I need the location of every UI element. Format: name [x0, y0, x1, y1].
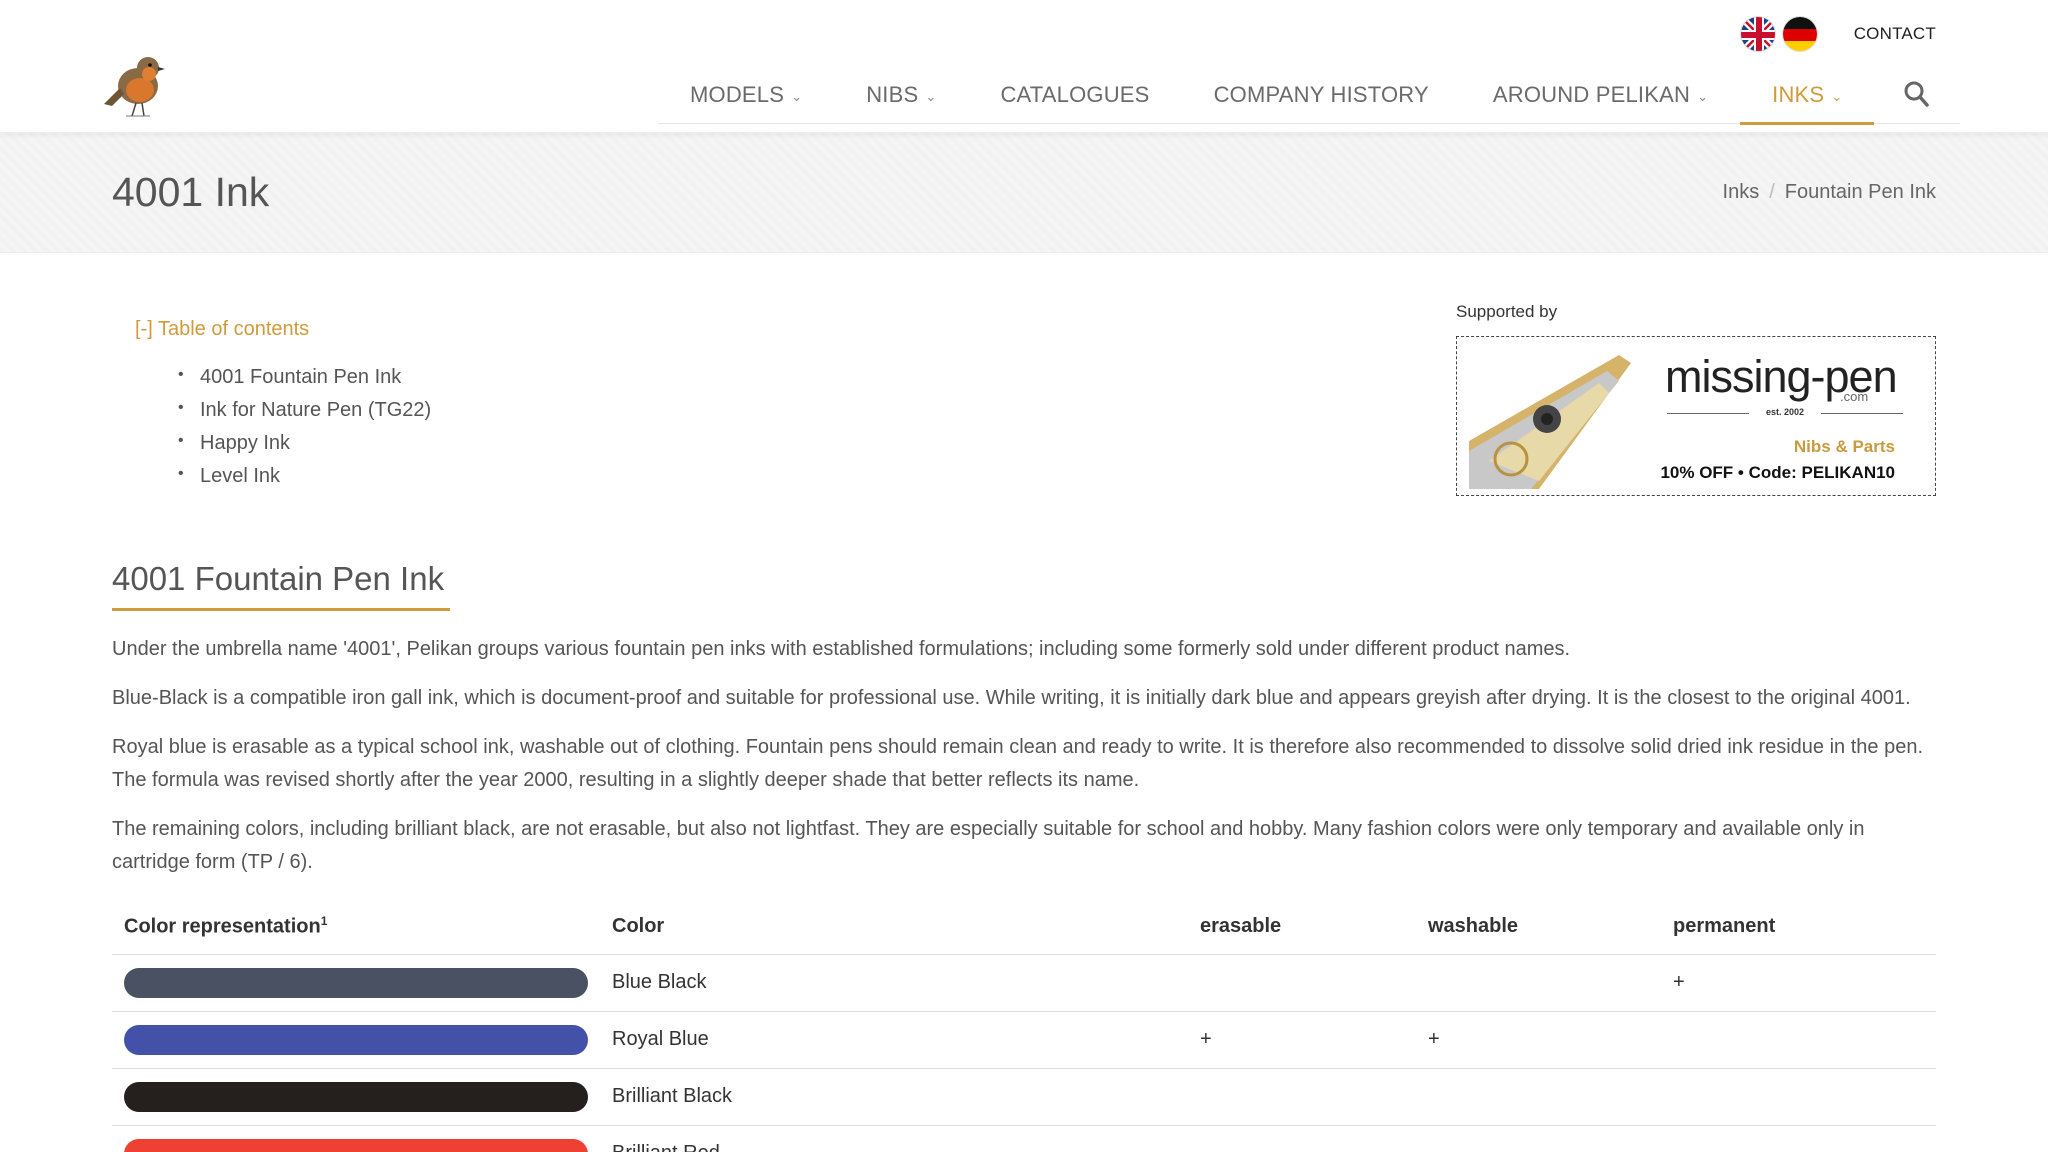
- erasable-cell: [1188, 954, 1416, 1012]
- nav-item-label: AROUND PELIKAN: [1492, 82, 1691, 107]
- table-row: Blue Black +: [112, 954, 1936, 1012]
- nav-item-label: INKS: [1772, 82, 1825, 107]
- permanent-cell: [1661, 1125, 1936, 1152]
- column-header: Color: [600, 900, 1188, 955]
- sponsor-label: Supported by: [1456, 302, 1558, 321]
- washable-cell: +: [1416, 1011, 1661, 1069]
- nav-item-label: MODELS: [690, 82, 785, 107]
- column-header: washable: [1416, 900, 1661, 955]
- section-underline: [112, 608, 450, 611]
- paragraph: Blue-Black is a compatible iron gall ink…: [112, 687, 1911, 709]
- breadcrumb-fountain-pen-ink: Fountain Pen Ink: [1784, 181, 1936, 203]
- chevron-down-icon: ⌄: [1697, 89, 1709, 104]
- toc-item[interactable]: Happy Ink: [178, 432, 431, 465]
- chevron-down-icon: ⌄: [1831, 89, 1843, 104]
- toc-item[interactable]: 4001 Fountain Pen Ink: [178, 366, 431, 399]
- page-title: 4001 Ink: [112, 169, 270, 215]
- table-row: Royal Blue + +: [112, 1011, 1936, 1069]
- nav-item-around-pelikan[interactable]: AROUND PELIKAN ⌄: [1493, 72, 1708, 124]
- swatch-cell: [112, 954, 600, 1012]
- site-header: CONTACT MODELS ⌄ NIBS ⌄ CATALOGUES COMPANY…: [0, 0, 2048, 133]
- top-utility-bar: CONTACT: [1739, 14, 1936, 54]
- search-icon[interactable]: [1904, 80, 1930, 108]
- permanent-cell: [1661, 1011, 1936, 1069]
- column-header-label: Color representation: [124, 916, 321, 939]
- washable-cell: [1416, 1068, 1661, 1126]
- washable-cell: [1416, 954, 1661, 1012]
- erasable-cell: [1188, 1125, 1416, 1152]
- nav-item-label: COMPANY HISTORY: [1213, 82, 1429, 107]
- swatch-cell: [112, 1068, 600, 1126]
- color-name: Brilliant Red: [600, 1125, 1188, 1152]
- nav-item-label: NIBS: [866, 82, 919, 107]
- erasable-cell: [1188, 1068, 1416, 1126]
- nav-item-nibs[interactable]: NIBS ⌄: [866, 72, 936, 124]
- color-swatch: [124, 1081, 588, 1112]
- toc-item[interactable]: Ink for Nature Pen (TG22): [178, 399, 431, 432]
- color-swatch: [124, 967, 588, 998]
- nav-item-catalogues[interactable]: CATALOGUES: [1000, 72, 1149, 124]
- breadcrumb-separator: /: [1769, 181, 1775, 203]
- table-header-row: Color representation1 Color erasable was…: [112, 900, 1936, 955]
- permanent-cell: [1661, 1068, 1936, 1126]
- uk-flag-icon[interactable]: [1739, 16, 1776, 52]
- paragraph: Royal blue is erasable as a typical scho…: [112, 736, 1924, 791]
- swatch-cell: [112, 1011, 600, 1069]
- toc-item[interactable]: Level Ink: [178, 465, 431, 498]
- chevron-down-icon: ⌄: [791, 89, 803, 104]
- breadcrumb: Inks / Fountain Pen Ink: [1723, 181, 1936, 204]
- table-row: Brilliant Red: [112, 1125, 1936, 1152]
- sponsor-banner[interactable]: missing-pen .com est. 2002 Nibs & Parts …: [1456, 336, 1936, 496]
- nav-item-inks[interactable]: INKS ⌄: [1740, 72, 1875, 125]
- nav-item-label: CATALOGUES: [1000, 82, 1150, 107]
- column-header: Color representation1: [112, 900, 600, 955]
- sponsor-tagline: Nibs & Parts: [1793, 437, 1895, 456]
- erasable-cell: +: [1188, 1011, 1416, 1069]
- column-header: permanent: [1661, 900, 1936, 955]
- fountain-pen-nib-icon: [1469, 355, 1631, 489]
- column-header: erasable: [1188, 900, 1416, 955]
- color-swatch: [124, 1138, 588, 1152]
- paragraph: Under the umbrella name '4001', Pelikan …: [112, 638, 1571, 660]
- ink-color-table: Color representation1 Color erasable was…: [112, 900, 1936, 1152]
- robin-bird-logo[interactable]: [102, 48, 174, 120]
- permanent-cell: +: [1661, 954, 1936, 1012]
- contact-link[interactable]: CONTACT: [1854, 24, 1936, 44]
- table-row: Brilliant Black: [112, 1068, 1936, 1126]
- sponsor-est: est. 2002: [1765, 407, 1805, 417]
- sponsor-suffix: .com: [1840, 389, 1869, 404]
- german-flag-icon[interactable]: [1781, 16, 1818, 52]
- nav-item-company-history[interactable]: COMPANY HISTORY: [1214, 72, 1429, 124]
- breadcrumb-inks[interactable]: Inks: [1723, 181, 1760, 204]
- color-swatch: [124, 1024, 588, 1055]
- sponsor-discount-code: 10% OFF • Code: PELIKAN10: [1660, 463, 1895, 482]
- nav-item-models[interactable]: MODELS ⌄: [690, 72, 802, 124]
- main-navigation: MODELS ⌄ NIBS ⌄ CATALOGUES COMPANY HISTORY…: [658, 72, 1960, 125]
- color-name: Blue Black: [600, 954, 1188, 1012]
- footnote-marker[interactable]: 1: [321, 914, 328, 928]
- toc-toggle[interactable]: [-] Table of contents: [135, 318, 309, 341]
- toc-list: 4001 Fountain Pen Ink Ink for Nature Pen…: [178, 366, 431, 498]
- paragraph: The remaining colors, including brillian…: [112, 818, 1865, 873]
- section-title: 4001 Fountain Pen Ink: [112, 560, 445, 597]
- washable-cell: [1416, 1125, 1661, 1152]
- swatch-cell: [112, 1125, 600, 1152]
- chevron-down-icon: ⌄: [925, 89, 937, 104]
- color-name: Brilliant Black: [600, 1068, 1188, 1126]
- page-title-band: 4001 Ink Inks / Fountain Pen Ink: [0, 133, 2048, 253]
- color-name: Royal Blue: [600, 1011, 1188, 1069]
